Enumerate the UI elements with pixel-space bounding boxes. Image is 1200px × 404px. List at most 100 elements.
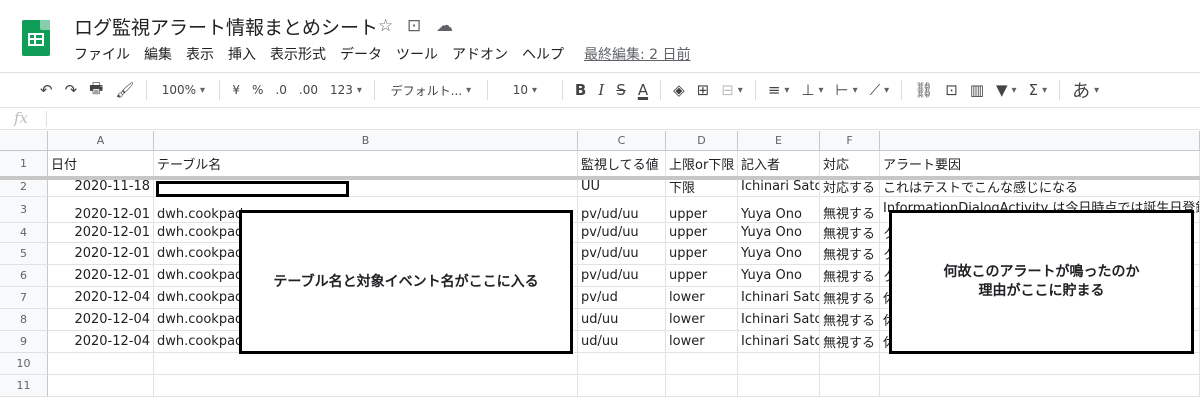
font-size-select[interactable]: 10: [494, 76, 556, 104]
row-header[interactable]: 3: [0, 197, 48, 223]
grid-cell[interactable]: 無視する: [820, 287, 880, 309]
menu-help[interactable]: ヘルプ: [522, 44, 564, 64]
grid-cell[interactable]: [48, 375, 154, 397]
font-select[interactable]: デフォルト...: [381, 76, 481, 104]
functions-icon[interactable]: Σ: [1023, 76, 1054, 104]
grid-cell[interactable]: Ichinari Sato: [738, 331, 820, 353]
italic-button[interactable]: I: [592, 76, 610, 104]
grid-cell[interactable]: 無視する: [820, 309, 880, 331]
grid-cell[interactable]: 2020-12-01: [48, 197, 154, 223]
row-header[interactable]: 1: [0, 151, 48, 177]
column-header-b[interactable]: B: [154, 131, 578, 151]
move-to-folder-icon[interactable]: ⊡: [407, 16, 421, 36]
column-header-c[interactable]: C: [578, 131, 666, 151]
menu-data[interactable]: データ: [340, 44, 382, 64]
grid-cell[interactable]: [880, 353, 1200, 375]
column-header-a[interactable]: A: [48, 131, 154, 151]
percent-format-button[interactable]: %: [246, 76, 269, 104]
grid-cell[interactable]: pv/ud/uu: [578, 243, 666, 265]
row-header[interactable]: 7: [0, 287, 48, 309]
undo-icon[interactable]: ↶: [34, 76, 59, 104]
decrease-decimal-button[interactable]: .0: [269, 76, 292, 104]
grid-cell[interactable]: lower: [666, 287, 738, 309]
formula-input[interactable]: [52, 109, 1192, 128]
grid-cell[interactable]: 下限: [666, 177, 738, 197]
strikethrough-button[interactable]: S: [610, 76, 632, 104]
grid-cell[interactable]: [666, 375, 738, 397]
menu-view[interactable]: 表示: [186, 44, 214, 64]
fill-color-icon[interactable]: ◈: [667, 76, 691, 104]
grid-cell[interactable]: [578, 375, 666, 397]
grid-cell[interactable]: upper: [666, 265, 738, 287]
grid-cell[interactable]: 2020-12-04: [48, 309, 154, 331]
document-title[interactable]: ログ監視アラート情報まとめシート: [74, 13, 378, 40]
grid-cell[interactable]: これはテストでこんな感じになる: [880, 177, 1200, 197]
column-header-d[interactable]: D: [666, 131, 738, 151]
grid-cell[interactable]: 2020-12-04: [48, 331, 154, 353]
grid-cell[interactable]: [666, 353, 738, 375]
header-cell[interactable]: 日付: [48, 151, 154, 177]
grid-cell[interactable]: [880, 375, 1200, 397]
menu-format[interactable]: 表示形式: [270, 44, 326, 64]
grid-cell[interactable]: upper: [666, 243, 738, 265]
grid-cell[interactable]: [820, 353, 880, 375]
paint-format-icon[interactable]: 🖌: [109, 76, 140, 104]
row-header[interactable]: 6: [0, 265, 48, 287]
row-header[interactable]: 11: [0, 375, 48, 397]
text-color-button[interactable]: A: [632, 76, 654, 104]
grid-cell[interactable]: 無視する: [820, 265, 880, 287]
cloud-saved-icon[interactable]: ☁: [436, 16, 453, 36]
grid-cell[interactable]: pv/ud/uu: [578, 265, 666, 287]
grid-cell[interactable]: [48, 353, 154, 375]
sheets-logo[interactable]: [22, 20, 50, 56]
merge-cells-icon[interactable]: ⊟: [715, 76, 749, 104]
grid-cell[interactable]: 2020-12-04: [48, 287, 154, 309]
grid-cell[interactable]: pv/ud: [578, 287, 666, 309]
star-icon[interactable]: ☆: [378, 16, 393, 36]
insert-link-icon[interactable]: ⛓: [908, 76, 939, 104]
grid-cell[interactable]: ud/uu: [578, 331, 666, 353]
header-cell[interactable]: 対応: [820, 151, 880, 177]
frozen-row-divider[interactable]: [0, 176, 1200, 180]
grid-cell[interactable]: lower: [666, 309, 738, 331]
grid-cell[interactable]: [154, 353, 578, 375]
column-header-f[interactable]: F: [820, 131, 880, 151]
header-cell[interactable]: テーブル名: [154, 151, 578, 177]
grid-cell[interactable]: ud/uu: [578, 309, 666, 331]
grid-cell[interactable]: 無視する: [820, 197, 880, 223]
menu-file[interactable]: ファイル: [74, 44, 130, 64]
grid-cell[interactable]: pv/ud/uu: [578, 197, 666, 223]
grid-cell[interactable]: 無視する: [820, 243, 880, 265]
insert-chart-icon[interactable]: ▥: [964, 76, 990, 104]
grid-cell[interactable]: UU: [578, 177, 666, 197]
print-icon[interactable]: 🖶: [83, 76, 109, 104]
borders-icon[interactable]: ⊞: [691, 76, 716, 104]
grid-cell[interactable]: [738, 353, 820, 375]
grid-cell[interactable]: 2020-11-18: [48, 177, 154, 197]
grid-cell[interactable]: Ichinari Sato: [738, 309, 820, 331]
menu-insert[interactable]: 挿入: [228, 44, 256, 64]
grid-cell[interactable]: 2020-12-01: [48, 223, 154, 243]
grid-cell[interactable]: 無視する: [820, 223, 880, 243]
vertical-align-icon[interactable]: ⊥: [795, 76, 829, 104]
row-header[interactable]: 8: [0, 309, 48, 331]
grid-cell[interactable]: [820, 375, 880, 397]
increase-decimal-button[interactable]: .00: [293, 76, 324, 104]
column-header-g[interactable]: [880, 131, 1200, 151]
last-edit-link[interactable]: 最終編集: 2 日前: [584, 44, 691, 64]
insert-comment-icon[interactable]: ⊡: [939, 76, 964, 104]
grid-cell[interactable]: Yuya Ono: [738, 265, 820, 287]
filter-icon[interactable]: ▼: [990, 76, 1023, 104]
header-cell[interactable]: 監視してる値: [578, 151, 666, 177]
grid-cell[interactable]: 対応する: [820, 177, 880, 197]
currency-format-button[interactable]: ¥: [226, 76, 246, 104]
grid-cell[interactable]: upper: [666, 223, 738, 243]
more-formats-select[interactable]: 123: [324, 76, 368, 104]
text-rotation-icon[interactable]: ⟋: [864, 76, 896, 104]
grid-cell[interactable]: upper: [666, 197, 738, 223]
header-cell[interactable]: 記入者: [738, 151, 820, 177]
grid-cell[interactable]: [738, 375, 820, 397]
grid-cell[interactable]: [578, 353, 666, 375]
select-all-corner[interactable]: [0, 131, 48, 151]
grid-cell[interactable]: pv/ud/uu: [578, 223, 666, 243]
